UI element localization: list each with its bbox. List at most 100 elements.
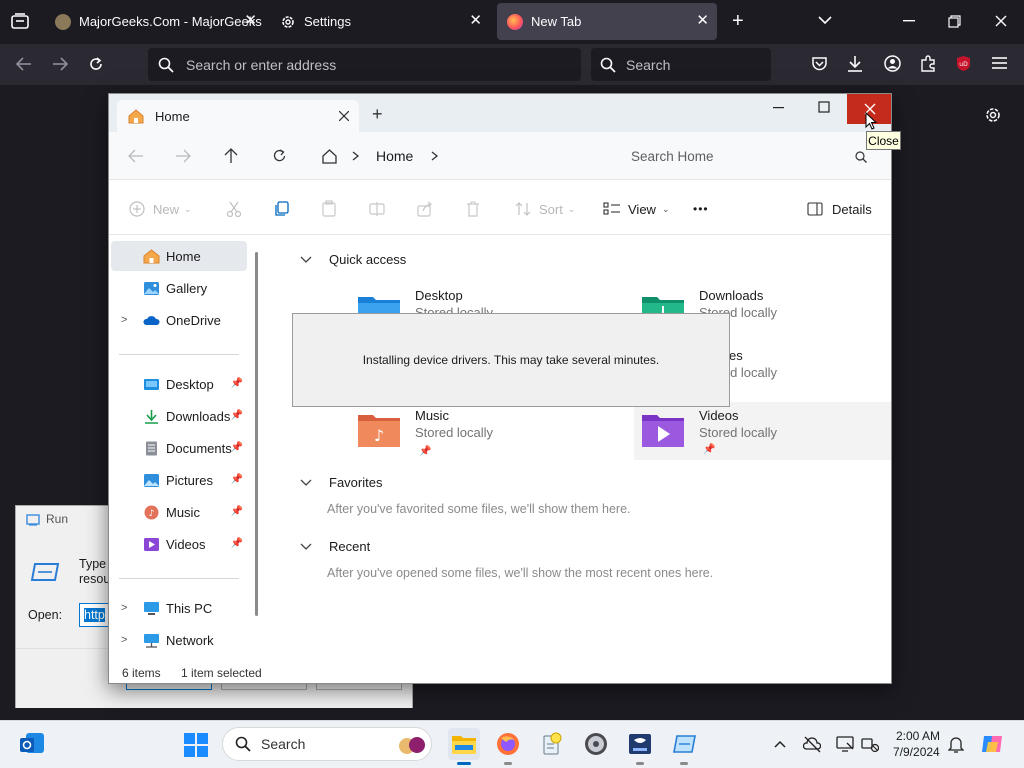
expand-chevron-icon[interactable]: > (121, 314, 127, 326)
url-bar[interactable]: Search or enter address (148, 48, 581, 81)
paste-icon[interactable] (322, 200, 336, 217)
pocket-icon[interactable] (811, 56, 828, 72)
ublock-origin-icon[interactable]: uD (955, 55, 972, 72)
back-arrow-icon[interactable] (128, 149, 144, 163)
minimize-window-icon[interactable] (903, 20, 915, 22)
recent-header[interactable]: Recent (299, 539, 370, 554)
quick-access-tile-music[interactable]: ♪ Music Stored locally 📌 (357, 408, 622, 466)
reload-icon[interactable] (88, 56, 104, 72)
display-icon[interactable] (836, 735, 854, 753)
new-button[interactable]: New ⌄ (129, 199, 192, 219)
search-bar[interactable]: Search (591, 48, 771, 81)
tile-subtitle: Stored locally (415, 425, 494, 440)
network-volume-icon[interactable] (861, 735, 879, 753)
clock-time[interactable]: 2:00 AM (896, 729, 940, 743)
forward-arrow-icon[interactable] (52, 57, 68, 71)
more-options-button[interactable]: ••• (693, 199, 709, 219)
nav-item-documents[interactable]: Documents 📌 (111, 433, 247, 463)
explorer-search-box[interactable]: Search Home (619, 139, 881, 173)
taskbar-firefox[interactable] (492, 728, 524, 760)
rename-icon[interactable] (369, 201, 385, 217)
delete-trash-icon[interactable] (466, 201, 480, 217)
cut-icon[interactable] (227, 201, 241, 217)
pin-icon[interactable]: 📌 (231, 442, 243, 453)
pin-icon[interactable]: 📌 (231, 378, 243, 389)
nav-item-home[interactable]: Home (111, 241, 247, 271)
quick-access-header[interactable]: Quick access (299, 252, 406, 267)
breadcrumb-home[interactable]: Home (376, 148, 413, 164)
nav-item-videos[interactable]: Videos 📌 (111, 529, 247, 559)
firefox-icon (497, 733, 519, 755)
pin-icon[interactable]: 📌 (231, 410, 243, 421)
taskbar-app-disc[interactable] (580, 728, 612, 760)
view-button[interactable]: View ⌄ (603, 199, 670, 219)
close-window-icon[interactable] (995, 15, 1007, 27)
restore-window-icon[interactable] (948, 15, 961, 28)
back-arrow-icon[interactable] (16, 57, 32, 71)
refresh-icon[interactable] (272, 148, 287, 163)
quick-access-tile-videos[interactable]: Videos Stored locally 📌 (634, 402, 891, 460)
open-label: Open: (28, 608, 63, 622)
breadcrumb-chevron-icon[interactable] (431, 151, 439, 161)
nav-scrollbar[interactable] (255, 252, 258, 616)
nav-item-downloads[interactable]: Downloads 📌 (111, 401, 247, 431)
list-tabs-chevron-icon[interactable] (818, 15, 832, 25)
pin-icon: 📌 (419, 446, 432, 457)
taskbar-app-terminal[interactable] (624, 728, 656, 760)
taskbar-file-explorer[interactable] (448, 728, 480, 760)
nav-item-gallery[interactable]: Gallery (111, 273, 247, 303)
explorer-new-tab-button[interactable]: + (372, 104, 383, 125)
search-icon (855, 151, 867, 163)
show-hidden-icons-chevron-icon[interactable] (774, 740, 786, 748)
onedrive-sync-icon[interactable] (803, 735, 821, 753)
nav-item-onedrive[interactable]: > OneDrive (111, 305, 247, 335)
notification-bell-icon[interactable] (948, 735, 964, 753)
minimize-window-icon[interactable] (773, 107, 785, 109)
url-bar-placeholder: Search or enter address (186, 56, 337, 73)
tab-majorgeeks[interactable]: MajorGeeks.Com - MajorGeeks ✕ (45, 3, 265, 40)
expand-chevron-icon[interactable]: > (121, 602, 127, 614)
pin-icon[interactable]: 📌 (231, 538, 243, 549)
pin-icon[interactable]: 📌 (231, 506, 243, 517)
run-description-line1: Type (79, 557, 107, 571)
expand-chevron-icon[interactable]: > (121, 634, 127, 646)
maximize-window-icon[interactable] (818, 101, 830, 113)
copilot-icon[interactable] (980, 732, 1004, 756)
details-button[interactable]: Details (807, 199, 872, 219)
favorites-header[interactable]: Favorites (299, 475, 382, 490)
up-arrow-icon[interactable] (224, 148, 238, 164)
run-dialog-title: Run (46, 512, 69, 526)
tab-settings[interactable]: Settings ✕ (270, 3, 490, 40)
sort-button[interactable]: Sort ⌄ (515, 199, 575, 219)
address-bar[interactable]: Home (311, 139, 607, 173)
nav-item-pictures[interactable]: Pictures 📌 (111, 465, 247, 495)
share-icon[interactable] (417, 201, 433, 217)
tab-new-tab[interactable]: New Tab ✕ (497, 3, 717, 40)
pin-icon[interactable]: 📌 (231, 474, 243, 485)
new-tab-button[interactable]: + (732, 10, 744, 33)
account-icon[interactable] (884, 55, 901, 72)
close-tab-icon[interactable]: ✕ (244, 13, 257, 29)
downloads-icon[interactable] (847, 55, 863, 72)
taskbar-app-run[interactable] (668, 728, 700, 760)
explorer-tab-home[interactable]: Home (117, 100, 359, 132)
clock-date[interactable]: 7/9/2024 (893, 745, 940, 759)
nav-item-network[interactable]: > Network (111, 625, 247, 655)
search-icon (158, 57, 174, 73)
close-tab-icon[interactable] (339, 111, 349, 121)
nav-item-music[interactable]: ♪ Music 📌 (111, 497, 247, 527)
windows-start-icon[interactable] (184, 733, 208, 757)
taskbar-app-notes[interactable] (536, 728, 568, 760)
menu-hamburger-icon[interactable] (992, 57, 1007, 69)
nav-item-desktop[interactable]: Desktop 📌 (111, 369, 247, 399)
copy-icon[interactable] (274, 201, 289, 217)
tab-overview-icon[interactable] (11, 13, 29, 29)
forward-arrow-icon[interactable] (175, 149, 191, 163)
newtab-settings-gear-icon[interactable] (984, 106, 1002, 124)
close-tab-icon[interactable]: ✕ (696, 13, 709, 29)
taskbar-search-box[interactable]: Search (222, 727, 432, 761)
close-tab-icon[interactable]: ✕ (469, 13, 482, 29)
nav-item-this-pc[interactable]: > This PC (111, 593, 247, 623)
extensions-icon[interactable] (920, 55, 937, 72)
outlook-widget-icon[interactable] (18, 731, 46, 757)
